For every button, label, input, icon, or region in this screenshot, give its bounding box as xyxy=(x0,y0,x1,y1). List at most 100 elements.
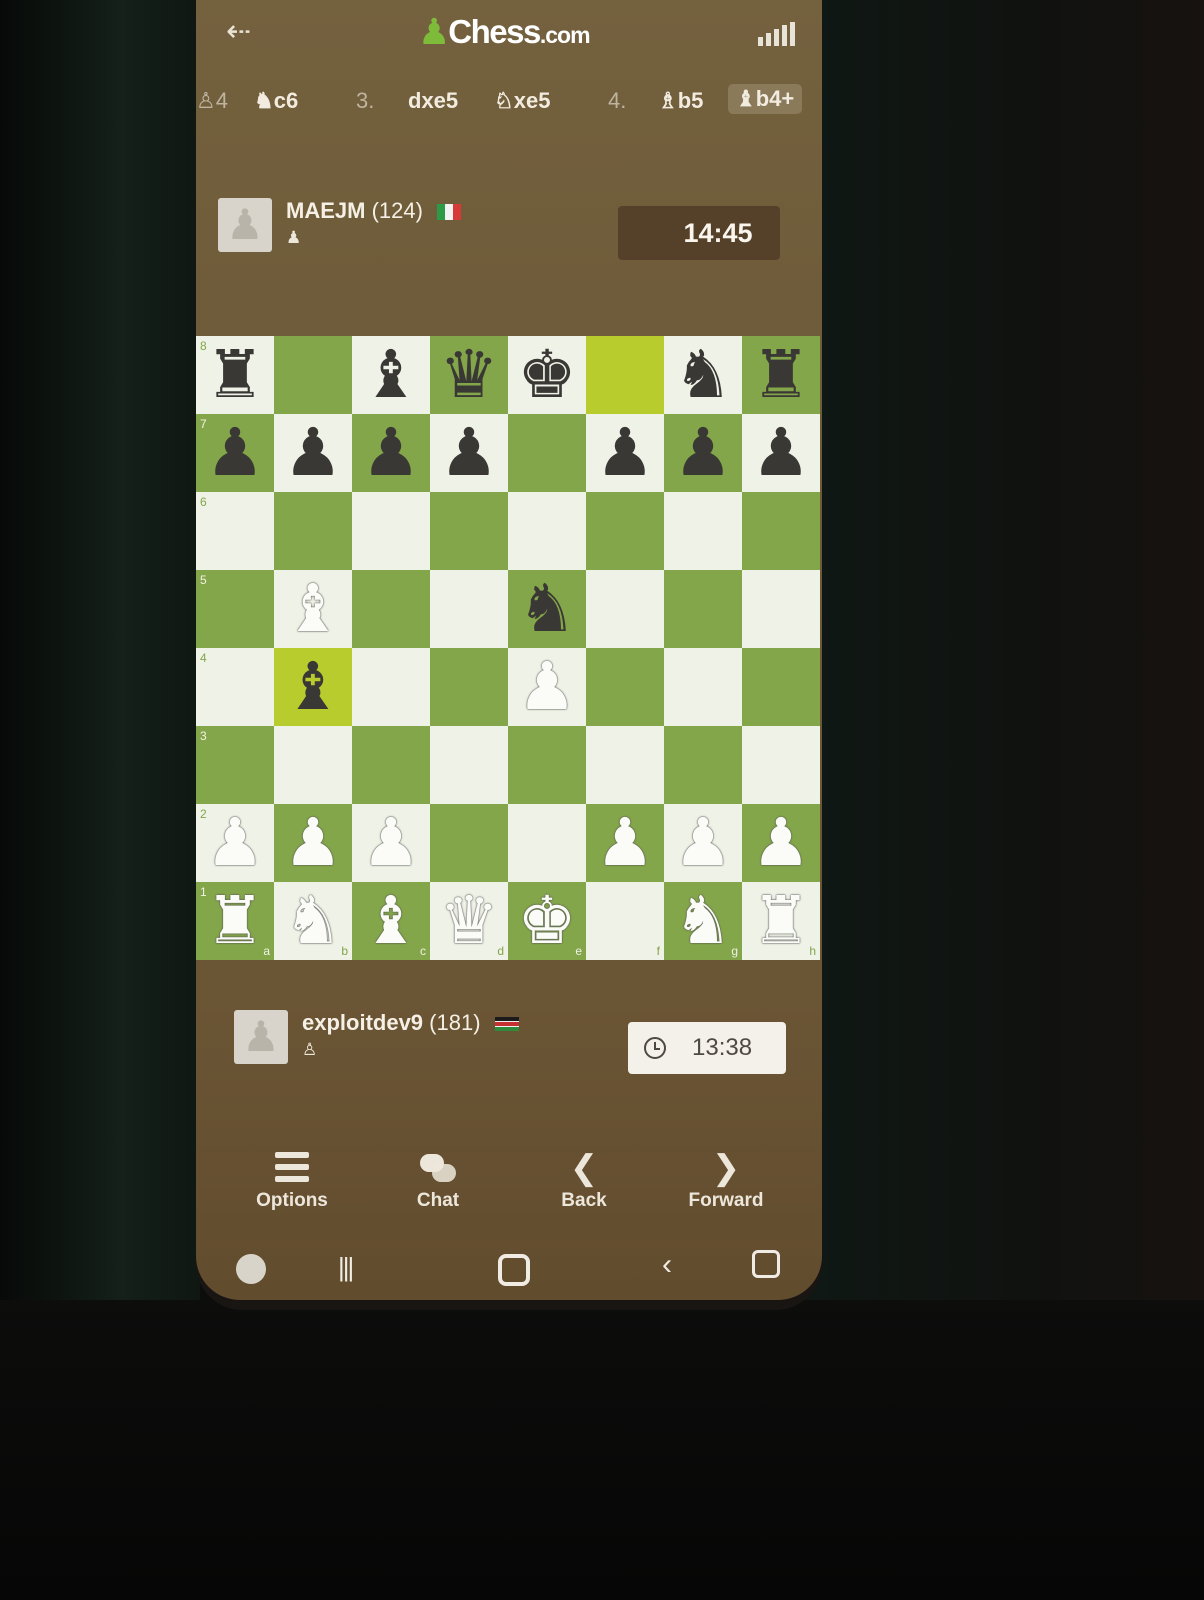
square-b1[interactable]: b ♞ xyxy=(274,882,352,960)
move-black-3[interactable]: ♘xe5 xyxy=(494,88,550,114)
white-pawn-icon[interactable]: ♟ xyxy=(673,804,732,882)
signal-bars-icon[interactable] xyxy=(758,22,795,46)
square-a4[interactable]: 4 xyxy=(196,648,274,726)
square-e2[interactable] xyxy=(508,804,586,882)
white-knight-icon[interactable]: ♞ xyxy=(283,882,342,960)
square-d7[interactable]: ♟ xyxy=(430,414,508,492)
square-a3[interactable]: 3 xyxy=(196,726,274,804)
square-f1[interactable]: f xyxy=(586,882,664,960)
recent-apps-icon[interactable]: ||| xyxy=(338,1252,354,1283)
chess-board[interactable]: 8 ♜ ♝ ♛ ♚ ♞ ♜ 7 ♟ ♟ ♟ ♟ ♟ ♟ ♟ 6 5 ♝ ♞ 4 ♝ ♟ 3 2 ♟ ♟ ♟ ♟ ♟ ♟ 1 a ♜ b ♞ c ♝ d ♛ e… xyxy=(196,336,820,960)
square-b8[interactable] xyxy=(274,336,352,414)
arrow-left-icon[interactable]: ⇠ xyxy=(226,14,251,49)
move-list[interactable]: ♙4 ♞c6 3. dxe5 ♘xe5 4. ♗b5 ♝b4+ xyxy=(196,82,822,122)
player-name[interactable]: exploitdev9 (181) xyxy=(302,1010,519,1036)
square-f4[interactable] xyxy=(586,648,664,726)
black-pawn-icon[interactable]: ♟ xyxy=(283,414,342,492)
square-a5[interactable]: 5 xyxy=(196,570,274,648)
white-knight-icon[interactable]: ♞ xyxy=(673,882,732,960)
white-pawn-icon[interactable]: ♟ xyxy=(751,804,810,882)
screenshot-icon[interactable] xyxy=(752,1250,780,1278)
square-g4[interactable] xyxy=(664,648,742,726)
square-g3[interactable] xyxy=(664,726,742,804)
black-rook-icon[interactable]: ♜ xyxy=(751,336,810,414)
black-pawn-icon[interactable]: ♟ xyxy=(595,414,654,492)
chat-button[interactable]: Chat xyxy=(378,1146,498,1212)
square-h4[interactable] xyxy=(742,648,820,726)
move-black-4-current[interactable]: ♝b4+ xyxy=(728,84,803,114)
square-c2[interactable]: ♟ xyxy=(352,804,430,882)
black-pawn-icon[interactable]: ♟ xyxy=(673,414,732,492)
white-pawn-icon[interactable]: ♟ xyxy=(517,648,576,726)
move-white-3[interactable]: dxe5 xyxy=(408,88,458,114)
square-e5[interactable]: ♞ xyxy=(508,570,586,648)
square-f2[interactable]: ♟ xyxy=(586,804,664,882)
options-button[interactable]: Options xyxy=(232,1146,352,1212)
square-e1[interactable]: e ♚ xyxy=(508,882,586,960)
square-e3[interactable] xyxy=(508,726,586,804)
square-e8[interactable]: ♚ xyxy=(508,336,586,414)
home-icon[interactable] xyxy=(498,1254,530,1286)
black-queen-icon[interactable]: ♛ xyxy=(439,336,498,414)
black-knight-icon[interactable]: ♞ xyxy=(517,570,576,648)
square-d6[interactable] xyxy=(430,492,508,570)
square-f8[interactable] xyxy=(586,336,664,414)
black-bishop-icon[interactable]: ♝ xyxy=(361,336,420,414)
square-d2[interactable] xyxy=(430,804,508,882)
square-f6[interactable] xyxy=(586,492,664,570)
square-h3[interactable] xyxy=(742,726,820,804)
black-pawn-icon[interactable]: ♟ xyxy=(439,414,498,492)
square-c6[interactable] xyxy=(352,492,430,570)
square-h7[interactable]: ♟ xyxy=(742,414,820,492)
square-g8[interactable]: ♞ xyxy=(664,336,742,414)
white-pawn-icon[interactable]: ♟ xyxy=(595,804,654,882)
white-pawn-icon[interactable]: ♟ xyxy=(283,804,342,882)
square-g1[interactable]: g ♞ xyxy=(664,882,742,960)
black-pawn-icon[interactable]: ♟ xyxy=(751,414,810,492)
square-a8[interactable]: 8 ♜ xyxy=(196,336,274,414)
player-avatar[interactable]: ♟ xyxy=(234,1010,288,1064)
black-king-icon[interactable]: ♚ xyxy=(517,336,576,414)
square-e4[interactable]: ♟ xyxy=(508,648,586,726)
square-b3[interactable] xyxy=(274,726,352,804)
white-pawn-icon[interactable]: ♟ xyxy=(361,804,420,882)
square-h5[interactable] xyxy=(742,570,820,648)
opponent-avatar[interactable]: ♟ xyxy=(218,198,272,252)
square-b4[interactable]: ♝ xyxy=(274,648,352,726)
opponent-info[interactable]: ♟ MAEJM (124) ♟ xyxy=(218,198,462,252)
player-info[interactable]: ♟ exploitdev9 (181) ♙ xyxy=(234,1010,519,1064)
system-back-icon[interactable]: ‹ xyxy=(662,1248,672,1282)
square-a2[interactable]: 2 ♟ xyxy=(196,804,274,882)
square-d1[interactable]: d ♛ xyxy=(430,882,508,960)
square-d5[interactable] xyxy=(430,570,508,648)
back-button[interactable]: ❮ Back xyxy=(524,1146,644,1212)
square-f7[interactable]: ♟ xyxy=(586,414,664,492)
opponent-username[interactable]: MAEJM xyxy=(286,198,365,223)
black-knight-icon[interactable]: ♞ xyxy=(673,336,732,414)
square-b7[interactable]: ♟ xyxy=(274,414,352,492)
black-bishop-icon[interactable]: ♝ xyxy=(283,648,342,726)
opponent-name[interactable]: MAEJM (124) xyxy=(286,198,462,224)
square-d3[interactable] xyxy=(430,726,508,804)
square-c4[interactable] xyxy=(352,648,430,726)
square-f5[interactable] xyxy=(586,570,664,648)
black-pawn-icon[interactable]: ♟ xyxy=(361,414,420,492)
square-c3[interactable] xyxy=(352,726,430,804)
white-bishop-icon[interactable]: ♝ xyxy=(283,570,342,648)
square-g6[interactable] xyxy=(664,492,742,570)
move-white-4[interactable]: ♗b5 xyxy=(658,88,703,114)
square-a6[interactable]: 6 xyxy=(196,492,274,570)
square-h8[interactable]: ♜ xyxy=(742,336,820,414)
square-a1[interactable]: 1 a ♜ xyxy=(196,882,274,960)
white-king-icon[interactable]: ♚ xyxy=(517,882,576,960)
square-b6[interactable] xyxy=(274,492,352,570)
square-b2[interactable]: ♟ xyxy=(274,804,352,882)
move-black-2[interactable]: ♞c6 xyxy=(254,88,298,114)
forward-button[interactable]: ❯ Forward xyxy=(666,1146,786,1212)
black-pawn-icon[interactable]: ♟ xyxy=(205,414,264,492)
player-username[interactable]: exploitdev9 xyxy=(302,1010,423,1035)
square-c1[interactable]: c ♝ xyxy=(352,882,430,960)
square-f3[interactable] xyxy=(586,726,664,804)
black-rook-icon[interactable]: ♜ xyxy=(205,336,264,414)
square-c8[interactable]: ♝ xyxy=(352,336,430,414)
